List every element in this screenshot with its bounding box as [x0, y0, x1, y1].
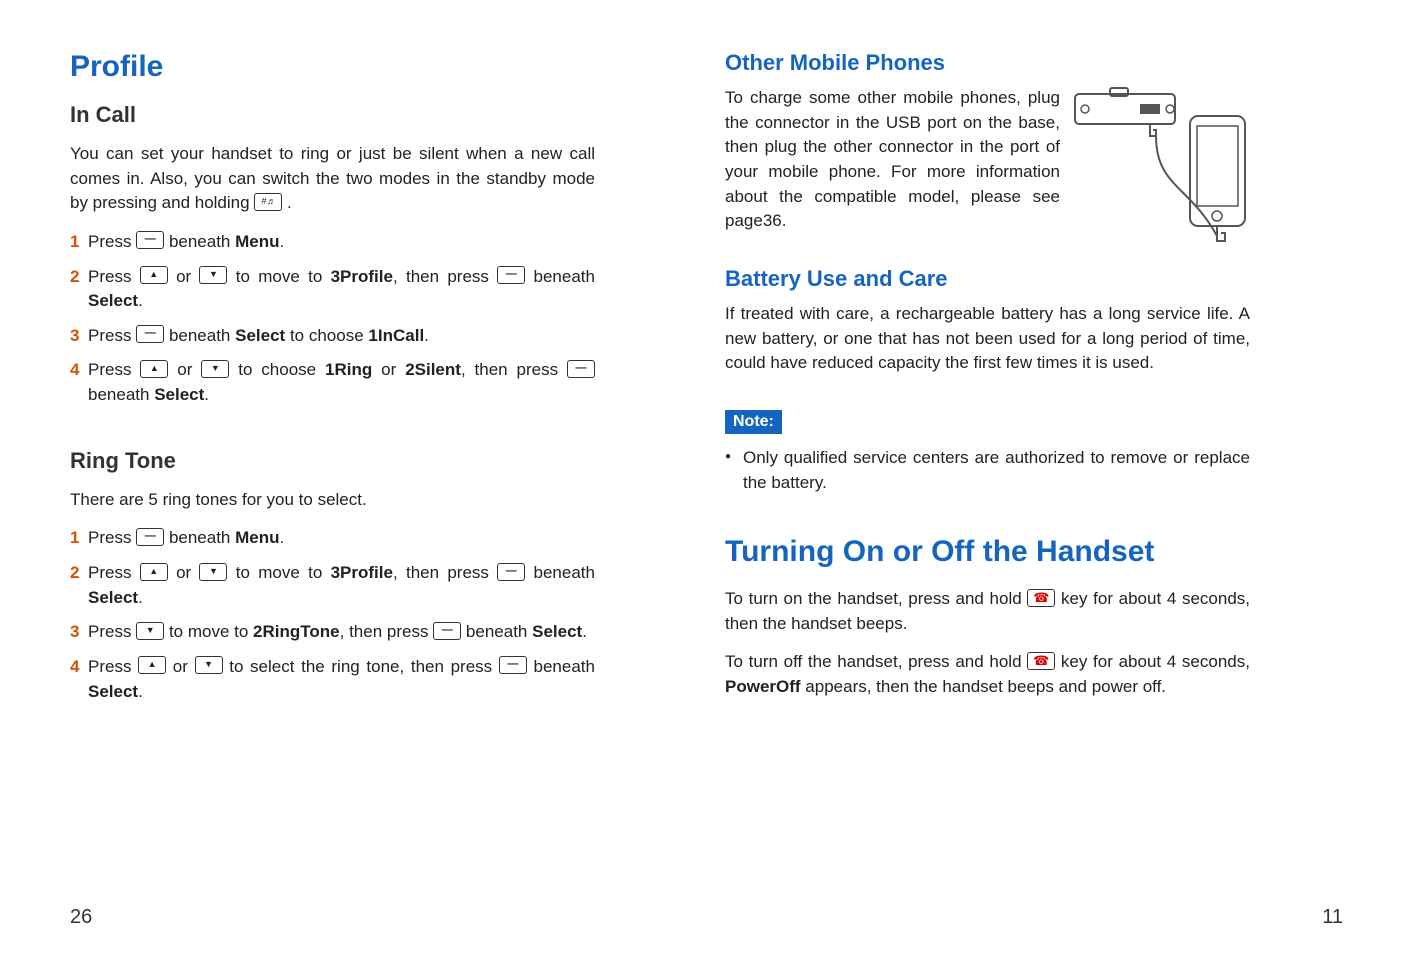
ring-tone-intro: There are 5 ring tones for you to select… [70, 488, 595, 513]
note-list: Only qualified service centers are autho… [725, 446, 1250, 495]
softkey-icon [136, 231, 164, 249]
power-key-icon [1027, 589, 1055, 607]
battery-heading: Battery Use and Care [725, 266, 1250, 292]
step-item: 4 Press or to choose 1Ring or 2Silent, t… [70, 358, 595, 407]
step-item: 3 Press beneath Select to choose 1InCall… [70, 324, 595, 349]
softkey-icon [136, 325, 164, 343]
ring-tone-steps: 1 Press beneath Menu. 2 Press or to move… [70, 526, 595, 704]
softkey-icon [497, 563, 525, 581]
phone-charge-illustration [1070, 86, 1250, 266]
power-key-icon [1027, 652, 1055, 670]
softkey-icon [136, 528, 164, 546]
hash-key-icon [254, 193, 282, 211]
softkey-icon [567, 360, 595, 378]
step-item: 2 Press or to move to 3Profile, then pre… [70, 265, 595, 314]
down-key-icon [201, 360, 229, 378]
step-item: 1 Press beneath Menu. [70, 526, 595, 551]
right-page: Other Mobile Phones To charge some other… [725, 50, 1250, 734]
page-number-right: 11 [1322, 906, 1343, 929]
left-page: Profile In Call You can set your handset… [70, 50, 595, 734]
step-item: 1 Press beneath Menu. [70, 230, 595, 255]
up-key-icon [140, 360, 168, 378]
battery-body: If treated with care, a rechargeable bat… [725, 302, 1250, 376]
note-label: Note: [725, 410, 782, 434]
step-item: 3 Press to move to 2RingTone, then press… [70, 620, 595, 645]
turning-heading: Turning On or Off the Handset [725, 535, 1250, 569]
up-key-icon [138, 656, 166, 674]
in-call-heading: In Call [70, 102, 595, 128]
other-mobile-heading: Other Mobile Phones [725, 50, 1250, 76]
softkey-icon [499, 656, 527, 674]
ring-tone-heading: Ring Tone [70, 448, 595, 474]
step-item: 4 Press or to select the ring tone, then… [70, 655, 595, 704]
page-number-left: 26 [70, 906, 92, 929]
turning-off-text: To turn off the handset, press and hold … [725, 650, 1250, 699]
softkey-icon [433, 622, 461, 640]
note-item: Only qualified service centers are autho… [725, 446, 1250, 495]
softkey-icon [497, 266, 525, 284]
down-key-icon [136, 622, 164, 640]
down-key-icon [199, 266, 227, 284]
in-call-intro: You can set your handset to ring or just… [70, 142, 595, 216]
down-key-icon [195, 656, 223, 674]
step-item: 2 Press or to move to 3Profile, then pre… [70, 561, 595, 610]
up-key-icon [140, 563, 168, 581]
up-key-icon [140, 266, 168, 284]
turning-on-text: To turn on the handset, press and hold k… [725, 587, 1250, 636]
down-key-icon [199, 563, 227, 581]
in-call-steps: 1 Press beneath Menu. 2 Press or to move… [70, 230, 595, 408]
profile-title: Profile [70, 50, 595, 84]
